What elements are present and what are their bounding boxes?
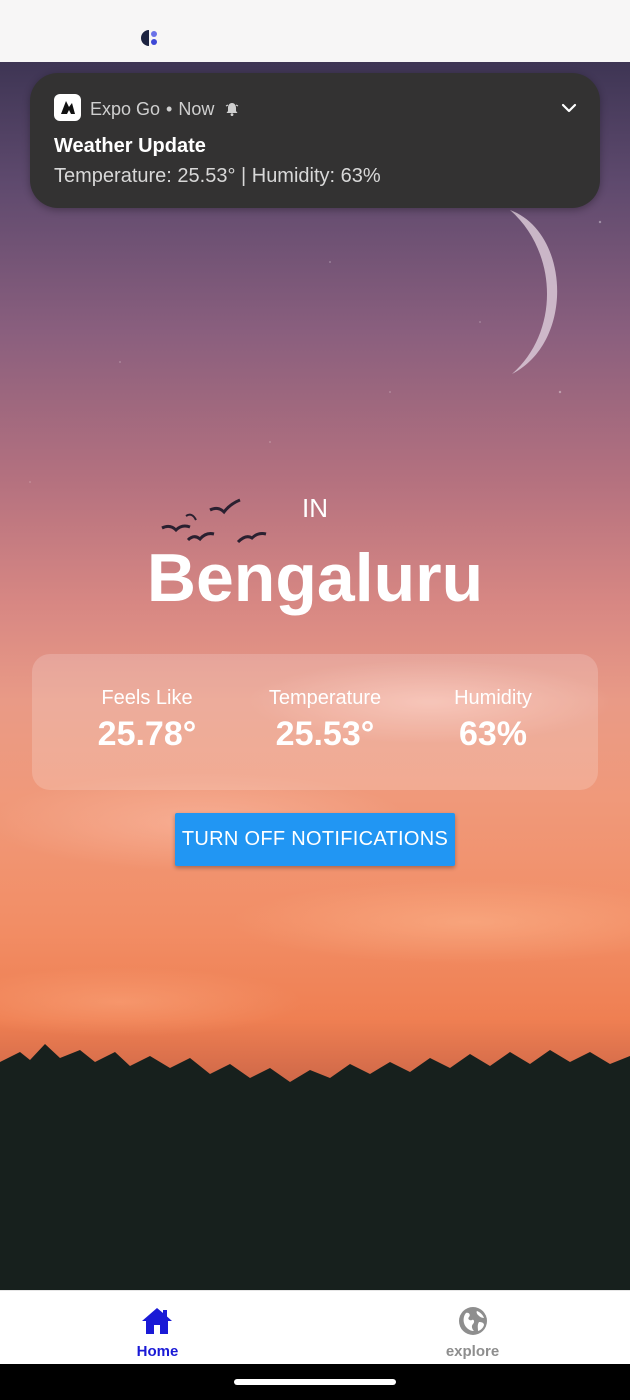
weather-notification[interactable]: Expo Go • Now Weather Update Temperature… [30,73,600,208]
country-code: IN [302,493,328,523]
bottom-tab-bar: Home explore [0,1290,630,1365]
notification-separator: • [166,99,173,119]
feels-like-value: 25.78° [97,715,197,753]
tab-home[interactable]: Home [0,1291,315,1365]
tab-home-label: Home [136,1343,179,1360]
tab-explore[interactable]: explore [315,1291,630,1365]
feels-like-label: Feels Like [101,687,193,709]
status-bar [0,0,630,62]
humidity-stat: Humidity 63% [418,684,568,756]
status-app-icon [141,30,157,46]
humidity-label: Humidity [454,687,532,709]
tree-line-decoration [0,1044,630,1290]
notification-app-name: Expo Go [90,99,161,119]
turn-off-notifications-button[interactable]: TURN OFF NOTIFICATIONS [175,813,455,866]
weather-stats-card: Feels Like 25.78° Temperature 25.53° Hum… [32,654,598,790]
expo-go-app-icon [54,94,81,121]
notification-body: Temperature: 25.53° | Humidity: 63% [54,165,381,187]
city-name: Bengaluru [146,540,484,616]
notification-time: Now [178,99,215,119]
feels-like-stat: Feels Like 25.78° [72,684,222,756]
home-indicator-handle[interactable] [234,1379,396,1385]
temperature-label: Temperature [268,687,382,709]
notification-meta: Expo Go • Now [90,97,240,121]
tab-explore-label: explore [445,1343,500,1360]
chevron-down-icon[interactable] [560,99,578,117]
humidity-value: 63% [458,715,528,753]
temperature-value: 25.53° [275,715,375,753]
moon-icon [510,210,558,374]
home-icon [142,1308,172,1334]
system-navigation-bar [0,1364,630,1400]
notification-title: Weather Update [54,135,206,157]
globe-icon [459,1307,487,1335]
temperature-stat: Temperature 25.53° [250,684,400,756]
app-screen: Expo Go • Now Weather Update Temperature… [0,0,630,1400]
bell-icon [226,103,239,116]
